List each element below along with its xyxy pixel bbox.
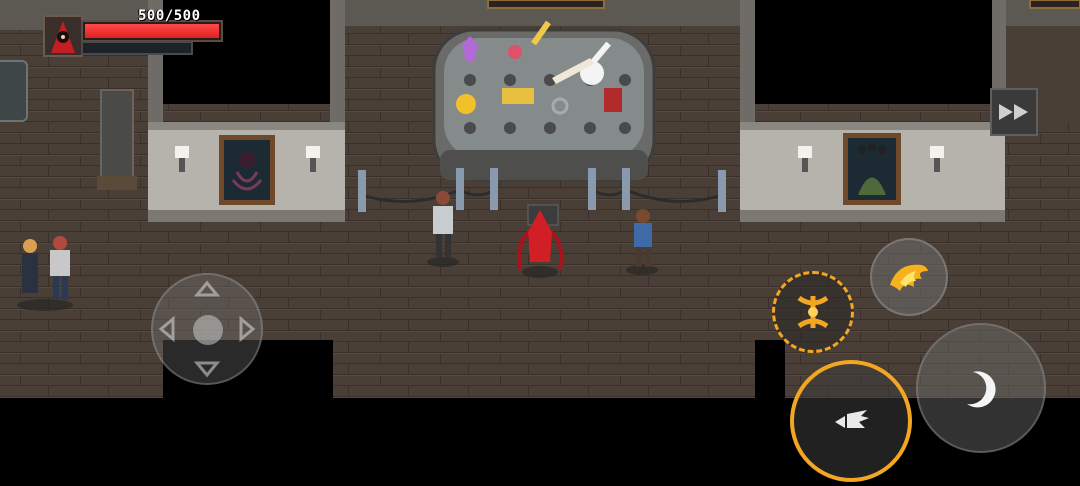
health-text: 500/500 (138, 8, 201, 24)
fast-forward-button[interactable] (990, 88, 1038, 136)
player-portrait (43, 15, 83, 57)
joystick-knob[interactable] (193, 315, 223, 345)
wall-edge (992, 0, 1007, 90)
gold-bars-icon (456, 94, 476, 114)
health-bar-fill (85, 24, 219, 38)
skill-primary-attack-button[interactable] (790, 360, 912, 482)
skill-fire-burst-button[interactable] (870, 238, 948, 316)
fast-forward-icon (999, 104, 1028, 120)
game-screen: 500/500 (0, 0, 1080, 486)
bottom-void (0, 398, 1080, 486)
top-painting-frame (487, 0, 605, 9)
wall-trim (148, 210, 345, 222)
skill-crescent-dash-button[interactable] (916, 323, 1046, 453)
artifact-display-case (432, 20, 656, 182)
closed-door (100, 89, 134, 189)
claw-attack-icon (835, 410, 869, 428)
virtual-joystick[interactable] (151, 273, 263, 385)
dark-corridor (755, 340, 785, 400)
vip-ticket-icon (502, 88, 534, 104)
wall-trim (740, 122, 1005, 130)
golden-rune-icon (797, 295, 829, 329)
pink-bow-icon (508, 45, 522, 59)
tentacle-figure-painting (219, 135, 275, 205)
wall-edge (330, 0, 345, 128)
fire-burst-icon (890, 264, 928, 291)
wall-trim (148, 122, 345, 130)
skill-golden-rune-button[interactable] (772, 271, 854, 353)
dark-room-opening (755, 0, 992, 104)
wall-edge (740, 0, 755, 128)
green-eyed-monster-painting (843, 133, 901, 205)
red-book-icon (604, 88, 622, 112)
mana-bar (81, 41, 193, 55)
red-hooded-hero-portrait-icon (51, 21, 75, 53)
door-step (97, 176, 137, 190)
top-painting-frame (1029, 0, 1080, 9)
side-menu-tab[interactable] (0, 60, 28, 122)
wall-trim (740, 210, 1005, 222)
crescent-moon-icon (967, 371, 996, 408)
